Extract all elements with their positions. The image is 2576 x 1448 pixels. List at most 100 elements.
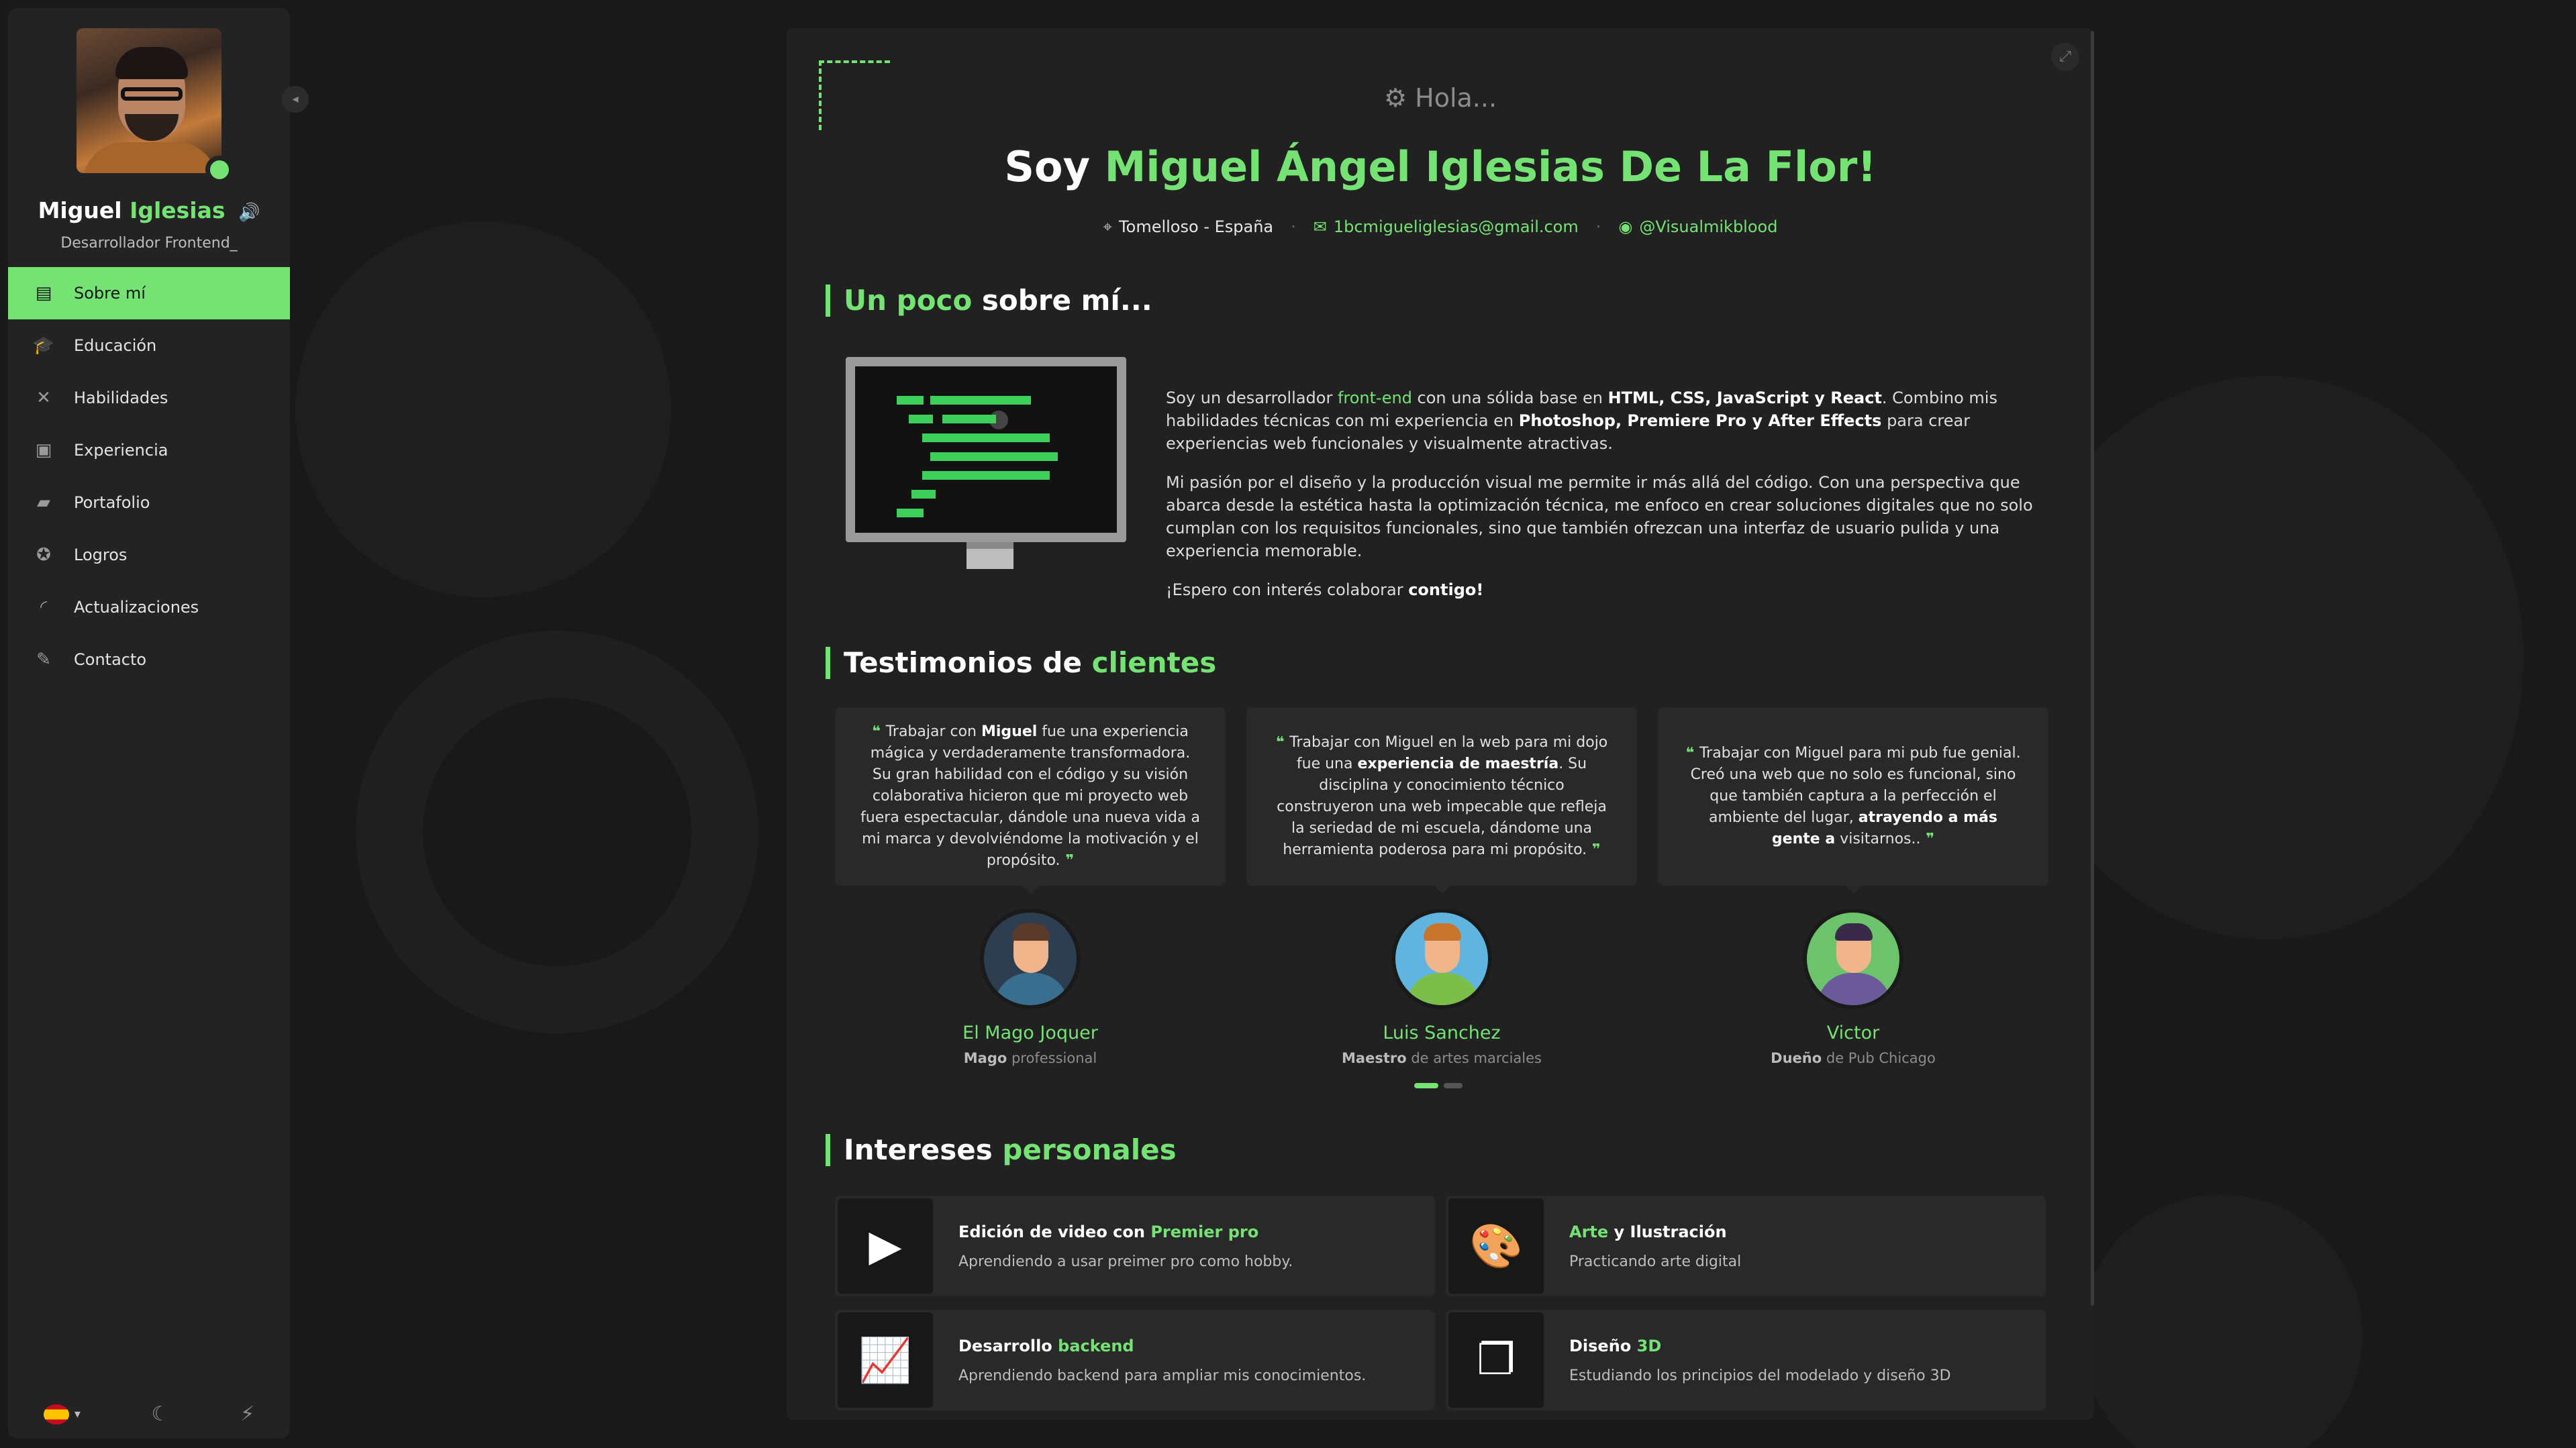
github-text: @Visualmikblood (1639, 217, 1778, 236)
about-title-accent: Un poco (844, 284, 973, 317)
interest-title: Desarrollo backend (958, 1336, 1134, 1355)
about-text: Soy un desarrollador front-end con una s… (1166, 386, 2065, 617)
video-camera-icon: ▶ (838, 1198, 933, 1294)
map-pin-icon: ⌖ (1103, 217, 1113, 236)
testimonials-title-text: Testimonios de (844, 646, 1082, 679)
magic-wand-icon: ⚡ (240, 1402, 255, 1426)
author-avatar (1803, 909, 1903, 1009)
testimonials-section-title: Testimonios de clientes (826, 647, 1216, 679)
sidebar-item-label: Contacto (74, 650, 147, 669)
interest-title: Diseño 3D (1569, 1336, 1662, 1355)
interests-title-accent: personales (1002, 1133, 1177, 1166)
envelope-icon: ✉ (1313, 217, 1327, 236)
github-link[interactable]: ◉ @Visualmikblood (1618, 217, 1777, 236)
sidebar-item-actualizaciones[interactable]: ◜ Actualizaciones (8, 581, 290, 633)
interests-title-text: Intereses (844, 1133, 993, 1166)
background-ring (356, 631, 758, 1033)
moon-icon: ☾ (151, 1402, 170, 1426)
carousel-dot[interactable] (1444, 1083, 1463, 1088)
monitor-illustration (846, 325, 1126, 584)
profile-name: Miguel Iglesias 🔊 (8, 197, 290, 223)
about-section-title: Un poco sobre mí... (826, 285, 1152, 317)
email-text: 1bcmigueliglesias@gmail.com (1333, 217, 1579, 236)
author-role: Dueño de Pub Chicago (1771, 1050, 1936, 1066)
sidebar-item-label: Habilidades (74, 389, 168, 407)
award-icon: ✪ (36, 545, 51, 565)
briefcase-icon: ▣ (35, 440, 52, 460)
greeting: ⚙ Hola... (787, 83, 2094, 113)
location-text: Tomelloso - España (1119, 217, 1274, 236)
author-name: El Mago Joquer (962, 1023, 1098, 1043)
contact-row: ⌖ Tomelloso - España · ✉ 1bcmigueliglesias… (787, 217, 2094, 236)
sidebar-item-label: Portafolio (74, 493, 150, 512)
interest-card: ▶ Edición de video con Premier pro Apren… (835, 1196, 1435, 1296)
sidebar-item-habilidades[interactable]: ✕ Habilidades (8, 372, 290, 424)
author-role: Mago professional (963, 1050, 1097, 1066)
testimonial-card: ❝ Trabajar con Miguel en la web para mi … (1246, 707, 1637, 894)
cube-icon: ❐ (1448, 1312, 1544, 1408)
language-selector[interactable]: ▾ (43, 1404, 81, 1425)
carousel-pagination (1414, 1083, 1463, 1088)
page-title: Soy Miguel Ángel Iglesias De La Flor! (787, 142, 2094, 191)
sidebar-item-contacto[interactable]: ✎ Contacto (8, 633, 290, 686)
about-paragraph-3: ¡Espero con interés colaborar contigo! (1166, 580, 1484, 599)
interest-title: Arte y Ilustración (1569, 1222, 1727, 1241)
profile-avatar (77, 28, 234, 184)
effects-toggle[interactable]: ⚡ (240, 1402, 254, 1426)
collapse-sidebar-button[interactable]: ◂ (282, 86, 309, 113)
testimonial-author: Victor Dueño de Pub Chicago (1658, 909, 2048, 1066)
interest-description: Aprendiendo a usar preimer pro como hobb… (958, 1253, 1293, 1270)
sidebar-item-label: Sobre mí (74, 284, 146, 303)
author-avatar (980, 909, 1081, 1009)
sidebar-item-label: Experiencia (74, 441, 168, 460)
testimonial-card: ❝ Trabajar con Miguel para mi pub fue ge… (1658, 707, 2048, 894)
sidebar-item-experiencia[interactable]: ▣ Experiencia (8, 424, 290, 476)
background-circle (295, 221, 671, 597)
sidebar-item-educacion[interactable]: 🎓 Educación (8, 319, 290, 372)
github-icon: ◉ (1618, 217, 1633, 236)
interest-title: Edición de video con Premier pro (958, 1222, 1259, 1241)
interest-card: 📈 Desarrollo backend Aprendiendo backend… (835, 1310, 1435, 1410)
first-name: Miguel (38, 197, 122, 223)
sidebar-item-portafolio[interactable]: ▰ Portafolio (8, 476, 290, 529)
folder-open-icon: ▰ (37, 493, 50, 513)
last-name: Iglesias (130, 197, 226, 223)
online-status-dot (205, 156, 234, 184)
edit-icon: ✎ (36, 650, 51, 670)
speaker-icon[interactable]: 🔊 (238, 203, 260, 223)
email-link[interactable]: ✉ 1bcmigueliglesias@gmail.com (1314, 217, 1579, 236)
separator: · (1595, 217, 1601, 236)
carousel-dot-active[interactable] (1414, 1083, 1438, 1088)
author-name: Victor (1826, 1023, 1880, 1043)
sidebar-footer: ▾ ☾ ⚡ (8, 1402, 290, 1426)
author-role: Maestro de artes marciales (1342, 1050, 1542, 1066)
sidebar-item-sobre-mi[interactable]: ▤ Sobre mí (8, 267, 290, 319)
author-name: Luis Sanchez (1383, 1023, 1501, 1043)
title-prefix: Soy (1004, 142, 1090, 191)
chart-line-icon: 📈 (838, 1312, 933, 1408)
profile-role: Desarrollador Frontend_ (60, 235, 238, 252)
graduation-cap-icon: 🎓 (32, 335, 55, 356)
interest-card: 🎨 Arte y Ilustración Practicando arte di… (1446, 1196, 2046, 1296)
sidebar-item-label: Logros (74, 546, 128, 564)
cubes-icon: ⚙ (1383, 83, 1407, 113)
chevron-down-icon: ▾ (74, 1407, 81, 1421)
sidebar-item-label: Educación (74, 336, 157, 355)
interest-description: Estudiando los principios del modelado y… (1569, 1367, 1951, 1384)
sidebar: ◂ Miguel Iglesias 🔊 Desarrollador Fronte… (8, 8, 309, 1439)
testimonial-author: El Mago Joquer Mago professional (835, 909, 1226, 1066)
sidebar-item-logros[interactable]: ✪ Logros (8, 529, 290, 581)
interest-description: Aprendiendo backend para ampliar mis con… (958, 1367, 1367, 1384)
expand-icon[interactable]: ⤢ (2051, 43, 2079, 71)
dark-mode-toggle[interactable]: ☾ (152, 1402, 170, 1426)
main-scrollbar[interactable] (2091, 31, 2094, 1306)
sidebar-item-label: Actualizaciones (74, 598, 199, 617)
avatar-photo (77, 28, 221, 173)
sidebar-nav: ▤ Sobre mí 🎓 Educación ✕ Habilidades ▣ E… (8, 267, 290, 686)
tools-icon: ✕ (36, 388, 51, 408)
interests-section-title: Intereses personales (826, 1134, 1177, 1166)
interest-card: ❐ Diseño 3D Estudiando los principios de… (1446, 1310, 2046, 1410)
background-circle (2081, 1194, 2363, 1448)
testimonial-card: ❝ Trabajar con Miguel fue una experienci… (835, 707, 1226, 894)
testimonials-title-accent: clientes (1091, 646, 1217, 679)
